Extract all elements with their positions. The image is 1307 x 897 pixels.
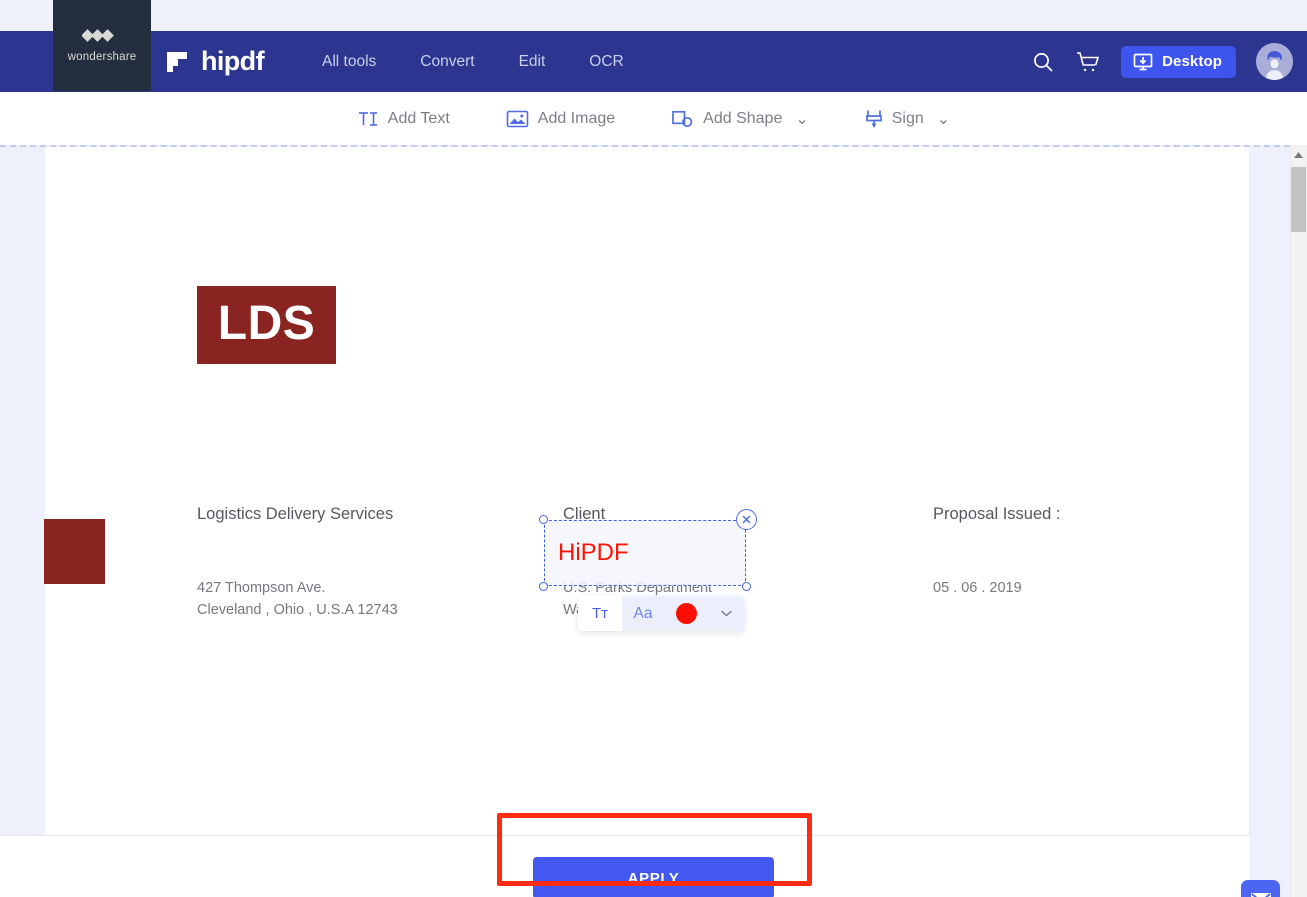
- resize-handle-top-left[interactable]: [539, 515, 548, 524]
- page-scrollbar-track[interactable]: [1290, 145, 1307, 897]
- top-strip: [0, 0, 1307, 31]
- doc-body-proposal: 05 . 06 . 2019: [933, 577, 1022, 599]
- font-family-icon[interactable]: Aa: [622, 596, 664, 631]
- document-logo: LDS: [197, 286, 336, 364]
- selected-text-box[interactable]: HiPDF: [539, 509, 757, 591]
- doc-heading-company: Logistics Delivery Services: [197, 505, 393, 524]
- doc-body-company: 427 Thompson Ave. Cleveland , Ohio , U.S…: [197, 577, 398, 621]
- doc-body-company-line2: Cleveland , Ohio , U.S.A 12743: [197, 602, 398, 618]
- scroll-up-arrow-icon[interactable]: [1290, 147, 1307, 164]
- add-text-button[interactable]: Add Text: [329, 92, 478, 145]
- apply-button[interactable]: APPLY: [533, 857, 774, 897]
- document-accent-square: [44, 519, 105, 584]
- nav-link-ocr[interactable]: OCR: [567, 53, 645, 71]
- chevron-down-icon[interactable]: [708, 596, 744, 631]
- doc-heading-proposal-text: Proposal Issued :: [933, 505, 1061, 523]
- navbar-actions: Desktop: [1031, 31, 1293, 92]
- doc-body-proposal-line1: 05 . 06 . 2019: [933, 580, 1022, 596]
- envelope-icon: [1250, 892, 1271, 897]
- feedback-mail-button[interactable]: [1241, 880, 1280, 897]
- doc-body-company-line1: 427 Thompson Ave.: [197, 580, 326, 596]
- nav-link-all-tools[interactable]: All tools: [300, 53, 398, 71]
- add-image-icon: [506, 110, 529, 127]
- document-logo-text: LDS: [217, 297, 316, 350]
- hipdf-brand[interactable]: hipdf: [165, 31, 265, 92]
- add-text-icon: [358, 111, 377, 126]
- desktop-button[interactable]: Desktop: [1121, 45, 1236, 78]
- wondershare-w-icon: [82, 29, 114, 42]
- user-avatar-icon[interactable]: [1256, 43, 1293, 80]
- add-image-label: Add Image: [537, 109, 616, 127]
- sign-button[interactable]: Sign ⌄: [837, 92, 978, 145]
- hipdf-flag-icon: [167, 51, 187, 72]
- desktop-button-label: Desktop: [1162, 53, 1222, 70]
- editor-toolbar: Add Text Add Image Add Shape ⌄ Sign ⌄: [0, 92, 1307, 145]
- nav-link-convert[interactable]: Convert: [398, 53, 496, 71]
- navbar: hipdf All tools Convert Edit OCR Desktop: [0, 31, 1307, 92]
- doc-heading-proposal: Proposal Issued :: [933, 505, 1061, 524]
- resize-handle-bottom-right[interactable]: [742, 582, 751, 591]
- close-x-icon[interactable]: [736, 509, 757, 530]
- doc-heading-company-text: Logistics Delivery Services: [197, 505, 394, 523]
- app-root: wondershare hipdf All tools Convert Edit…: [0, 0, 1307, 897]
- resize-handle-bottom-left[interactable]: [539, 582, 548, 591]
- add-text-label: Add Text: [387, 109, 450, 127]
- sign-label: Sign: [891, 109, 924, 127]
- workspace: LDS Logistics Delivery Services 427 Thom…: [0, 145, 1307, 897]
- text-color-icon[interactable]: [664, 596, 708, 631]
- font-size-icon[interactable]: Tᴛ: [578, 596, 622, 631]
- font-family-label: Aa: [633, 604, 653, 622]
- desktop-download-icon: [1133, 53, 1153, 70]
- text-box-value[interactable]: HiPDF: [545, 539, 629, 567]
- font-size-label: Tᴛ: [591, 605, 609, 622]
- add-shape-label: Add Shape: [703, 109, 783, 127]
- color-swatch: [675, 603, 697, 624]
- nav-link-edit[interactable]: Edit: [497, 53, 568, 71]
- cart-icon[interactable]: [1075, 50, 1101, 74]
- text-format-toolbar: Tᴛ Aa: [578, 596, 744, 631]
- search-icon[interactable]: [1031, 50, 1055, 74]
- wondershare-badge[interactable]: wondershare: [53, 0, 151, 91]
- wondershare-label: wondershare: [67, 51, 137, 63]
- hipdf-wordmark: hipdf: [201, 46, 265, 76]
- add-shape-button[interactable]: Add Shape ⌄: [643, 92, 837, 145]
- pdf-page[interactable]: LDS Logistics Delivery Services 427 Thom…: [44, 147, 1250, 835]
- text-box-frame[interactable]: HiPDF: [544, 520, 746, 586]
- add-shape-icon: [672, 110, 693, 127]
- sign-pen-icon: [865, 110, 882, 128]
- chevron-down-icon: ⌄: [795, 110, 809, 128]
- add-image-button[interactable]: Add Image: [478, 92, 643, 145]
- chevron-down-icon: ⌄: [936, 110, 951, 128]
- nav-links: All tools Convert Edit OCR: [300, 31, 646, 92]
- page-scrollbar-thumb[interactable]: [1291, 167, 1306, 232]
